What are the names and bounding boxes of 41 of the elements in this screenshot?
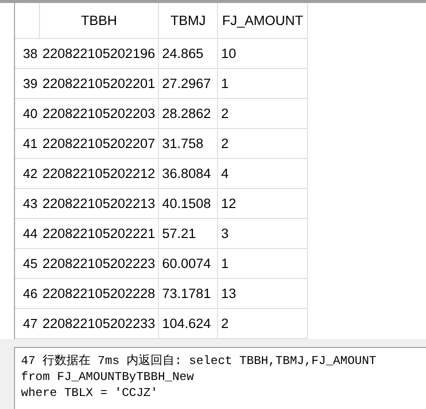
- table-cell: 60.0074: [158, 248, 218, 278]
- table-cell: 57.21: [158, 218, 218, 248]
- row-number: 39: [15, 68, 40, 98]
- table-cell: 220822105202196: [40, 38, 159, 68]
- row-number: 41: [15, 128, 40, 158]
- message-text: 47 行数据在 7ms 内返回自: select TBBH,TBMJ,FJ_AMOUNT from FJ_AMOUNTByTBBH_New where TBLX = 'CCJZ': [21, 352, 378, 401]
- column-header[interactable]: TBMJ: [158, 3, 218, 38]
- table-cell: 31.758: [158, 128, 218, 158]
- table-cell: 3: [218, 218, 308, 248]
- row-number: 38: [15, 38, 40, 68]
- table-cell: 2: [218, 128, 308, 158]
- table-cell: 73.1781: [158, 278, 218, 308]
- table-cell: 10: [218, 38, 308, 68]
- column-header[interactable]: TBBH: [40, 3, 159, 38]
- table-cell: 220822105202213: [40, 188, 159, 218]
- table-cell: 220822105202201: [40, 68, 159, 98]
- table-cell: 220822105202203: [40, 98, 159, 128]
- table-cell: 40.1508: [158, 188, 218, 218]
- table-cell: 27.2967: [158, 68, 218, 98]
- table-cell: 220822105202221: [40, 218, 159, 248]
- table-cell: 220822105202212: [40, 158, 159, 188]
- table-cell: 24.865: [158, 38, 218, 68]
- table-cell: 220822105202223: [40, 248, 159, 278]
- table-cell: 1: [218, 248, 308, 278]
- row-number: 46: [15, 278, 40, 308]
- table-cell: 12: [218, 188, 308, 218]
- row-number: 45: [15, 248, 40, 278]
- row-number: 44: [15, 218, 40, 248]
- table-cell: 220822105202207: [40, 128, 159, 158]
- table-cell: 4: [218, 158, 308, 188]
- table-cell: 36.8084: [158, 158, 218, 188]
- table-cell: 2: [218, 98, 308, 128]
- table-cell: 13: [218, 278, 308, 308]
- table-cell: 28.2862: [158, 98, 218, 128]
- corner-header: [15, 3, 40, 38]
- column-header[interactable]: FJ_AMOUNT: [218, 3, 308, 38]
- row-number: 43: [15, 188, 40, 218]
- table-cell: 220822105202228: [40, 278, 159, 308]
- row-number: 42: [15, 158, 40, 188]
- row-number: 40: [15, 98, 40, 128]
- table-cell: 1: [218, 68, 308, 98]
